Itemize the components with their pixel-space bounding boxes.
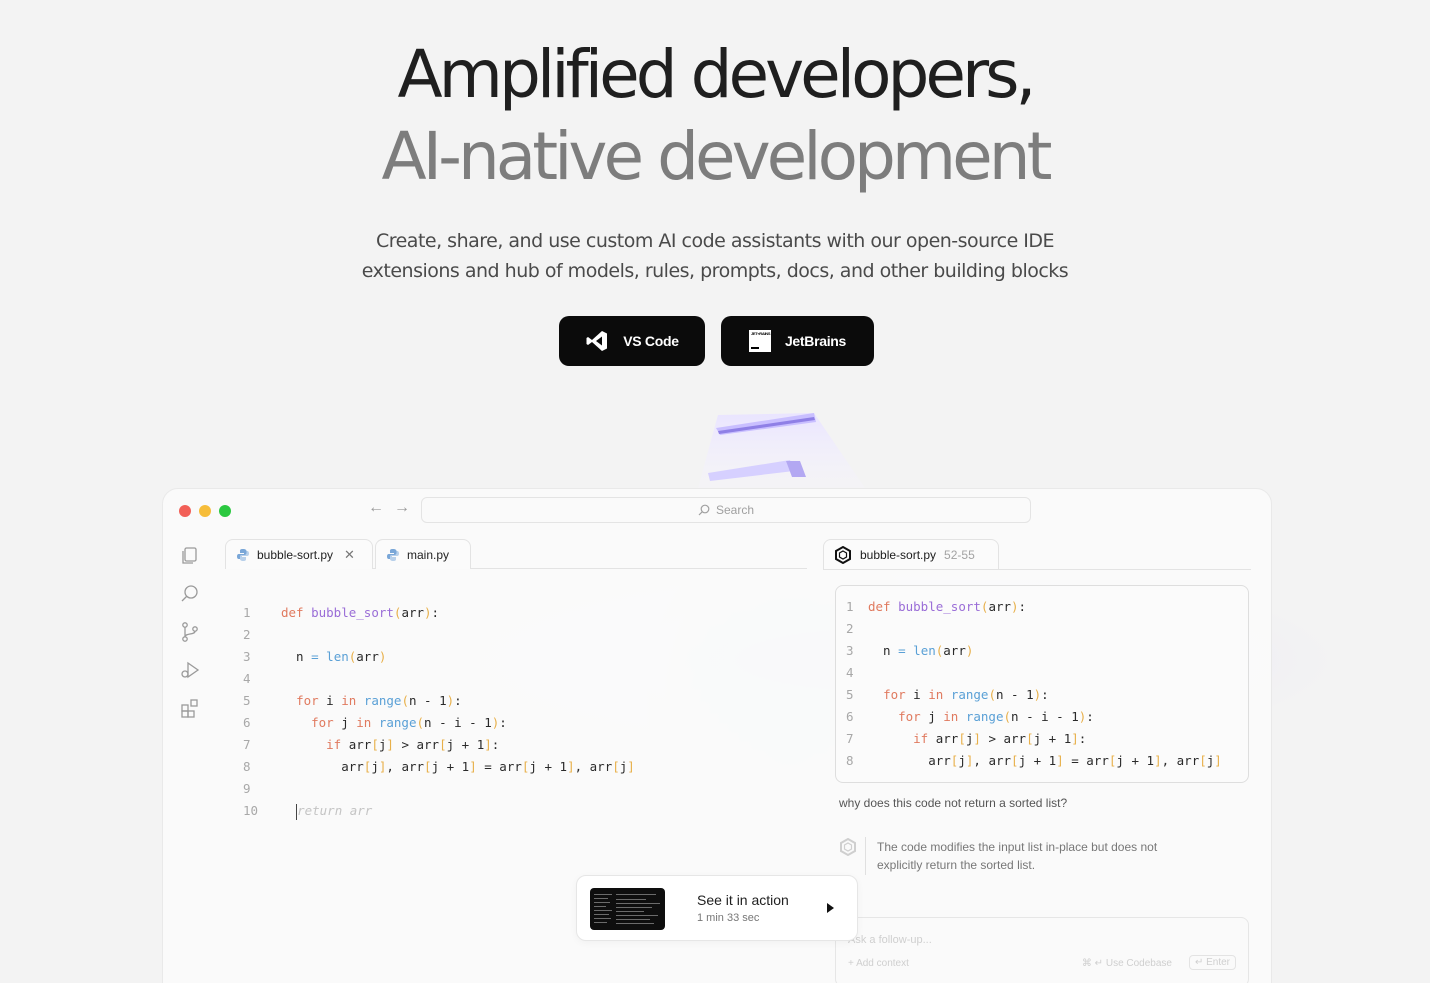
jetbrains-icon	[748, 330, 771, 352]
editor-tab-bar: bubble-sort.py ✕ main.py	[225, 539, 807, 569]
vscode-download-button[interactable]: VS Code	[559, 316, 705, 366]
subtitle-line2: extensions and hub of models, rules, pro…	[361, 260, 1069, 282]
line-number: 1	[846, 599, 854, 614]
jetbrains-label: JetBrains	[784, 333, 847, 349]
followup-placeholder: Ask a follow-up...	[848, 934, 932, 946]
code-line: 5 for i in range(n - 1):	[243, 690, 635, 712]
line-number: 6	[243, 715, 251, 730]
continue-logo-icon	[835, 545, 851, 564]
user-question: why does this code not return a sorted l…	[839, 796, 1068, 810]
hero-title-line1: Amplified developers,	[397, 36, 1037, 113]
code-line: 7 if arr[j] > arr[j + 1]:	[243, 734, 635, 756]
files-icon[interactable]	[179, 545, 201, 567]
jetbrains-download-button[interactable]: JetBrains	[721, 316, 874, 366]
search-sidebar-icon[interactable]	[179, 583, 201, 605]
code-line: 2	[243, 624, 635, 646]
close-window-button[interactable]	[179, 505, 191, 517]
search-icon	[698, 504, 710, 516]
ghost-suggestion: return arr	[297, 803, 373, 818]
code-line: 1 def bubble_sort(arr):	[243, 602, 635, 624]
play-icon[interactable]	[827, 903, 834, 913]
decorative-cube-graphic	[698, 413, 865, 488]
line-number: 8	[243, 759, 251, 774]
code-line: 9	[243, 778, 635, 800]
line-number: 1	[243, 605, 251, 620]
code-line: 4	[846, 662, 1248, 684]
code-line: 5 for i in range(n - 1):	[846, 684, 1248, 706]
tab-label: bubble-sort.py	[257, 547, 334, 562]
code-line: 6 for j in range(n - i - 1):	[846, 706, 1248, 728]
hero-title-line2: AI-native development	[381, 118, 1053, 195]
vscode-icon	[586, 331, 608, 351]
code-line: 3 n = len(arr)	[846, 640, 1248, 662]
line-number: 6	[846, 709, 854, 724]
video-duration: 1 min 33 sec	[697, 912, 760, 924]
python-file-icon	[237, 548, 249, 561]
assistant-avatar-icon	[840, 838, 856, 856]
tab-main[interactable]: main.py	[375, 539, 471, 569]
back-arrow-icon[interactable]: ←	[367, 499, 385, 517]
forward-arrow-icon[interactable]: →	[393, 499, 411, 517]
enter-button[interactable]: ↵ Enter	[1188, 955, 1236, 970]
line-number: 7	[243, 737, 251, 752]
code-line: 4	[243, 668, 635, 690]
maximize-window-button[interactable]	[219, 505, 231, 517]
activity-bar	[179, 545, 201, 719]
code-line: 2	[846, 618, 1248, 640]
code-line: 8 arr[j], arr[j + 1] = arr[j + 1], arr[j…	[243, 756, 635, 778]
line-number: 4	[846, 665, 854, 680]
line-number: 3	[243, 649, 251, 664]
python-file-icon	[387, 548, 399, 561]
run-debug-icon[interactable]	[179, 659, 201, 681]
code-line: 8 arr[j], arr[j + 1] = arr[j + 1], arr[j…	[846, 750, 1248, 772]
line-number: 9	[243, 781, 251, 796]
tab-bubble-sort[interactable]: bubble-sort.py ✕	[225, 539, 373, 569]
code-editor[interactable]: 1 def bubble_sort(arr): 2 3 n = len(arr) …	[243, 602, 635, 822]
line-number: 3	[846, 643, 854, 658]
chat-code-snippet: 1 def bubble_sort(arr): 2 3 n = len(arr) …	[835, 585, 1249, 783]
line-number: 4	[243, 671, 251, 686]
command-search-bar[interactable]: Search	[421, 497, 1031, 523]
use-codebase-button[interactable]: ⌘ ↵ Use Codebase	[1082, 958, 1172, 969]
chat-tab-file: bubble-sort.py	[860, 547, 937, 562]
chat-tab-range: 52-55	[944, 547, 975, 562]
source-control-icon[interactable]	[179, 621, 201, 643]
vscode-label: VS Code	[623, 333, 679, 349]
line-number: 5	[846, 687, 854, 702]
subtitle-line1: Create, share, and use custom AI code as…	[375, 230, 1055, 252]
add-context-button[interactable]: + Add context	[848, 958, 909, 969]
video-title: See it in action	[697, 892, 789, 908]
video-thumbnail	[590, 888, 665, 930]
extensions-icon[interactable]	[179, 697, 201, 719]
tab-label: main.py	[407, 547, 450, 562]
line-number: 10	[243, 803, 259, 818]
see-it-in-action-card[interactable]: See it in action 1 min 33 sec	[576, 875, 858, 941]
answer-divider	[865, 837, 866, 875]
navigation-arrows: ← →	[367, 499, 411, 517]
followup-input[interactable]: Ask a follow-up... + Add context ⌘ ↵ Use…	[835, 917, 1249, 983]
code-line: 7 if arr[j] > arr[j + 1]:	[846, 728, 1248, 750]
assistant-answer: The code modifies the input list in-plac…	[877, 840, 1158, 872]
line-number: 2	[243, 627, 251, 642]
window-controls	[179, 505, 231, 517]
line-number: 2	[846, 621, 854, 636]
code-line: 3 n = len(arr)	[243, 646, 635, 668]
line-number: 7	[846, 731, 854, 746]
code-line: 6 for j in range(n - i - 1):	[243, 712, 635, 734]
close-tab-icon[interactable]: ✕	[344, 547, 355, 563]
line-number: 5	[243, 693, 251, 708]
chat-tab-divider	[823, 569, 1251, 570]
minimize-window-button[interactable]	[199, 505, 211, 517]
hero-subtitle: Create, share, and use custom AI code as…	[0, 226, 1430, 286]
search-placeholder: Search	[715, 503, 755, 517]
line-number: 8	[846, 753, 854, 768]
chat-context-tab[interactable]: bubble-sort.py 52-55	[823, 539, 999, 569]
code-line: 10 return arr	[243, 800, 635, 822]
code-line: 1 def bubble_sort(arr):	[846, 596, 1248, 618]
